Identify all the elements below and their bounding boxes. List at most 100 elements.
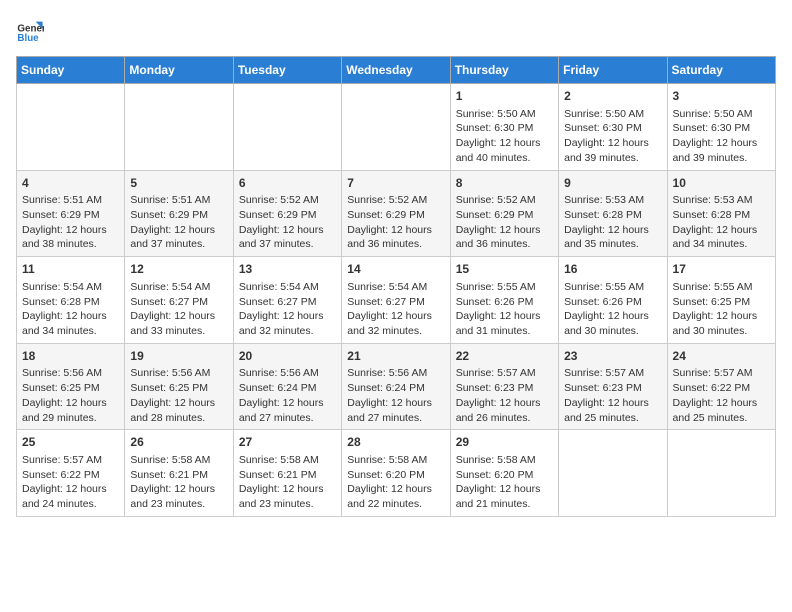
day-info: Sunrise: 5:58 AM: [456, 453, 553, 468]
day-info: Sunset: 6:20 PM: [456, 468, 553, 483]
day-number: 1: [456, 88, 553, 105]
day-number: 26: [130, 434, 227, 451]
weekday-header-thursday: Thursday: [450, 57, 558, 84]
day-info: Sunrise: 5:54 AM: [239, 280, 336, 295]
calendar-cell: 27Sunrise: 5:58 AMSunset: 6:21 PMDayligh…: [233, 430, 341, 517]
day-info: Sunrise: 5:56 AM: [239, 366, 336, 381]
calendar-week-2: 4Sunrise: 5:51 AMSunset: 6:29 PMDaylight…: [17, 170, 776, 257]
day-number: 19: [130, 348, 227, 365]
day-number: 2: [564, 88, 661, 105]
day-number: 24: [673, 348, 770, 365]
day-info: and 30 minutes.: [564, 324, 661, 339]
day-info: Sunrise: 5:55 AM: [456, 280, 553, 295]
day-info: Daylight: 12 hours: [564, 223, 661, 238]
calendar-cell: [667, 430, 775, 517]
calendar-week-1: 1 Sunrise: 5:50 AM Sunset: 6:30 PM Daylight…: [17, 84, 776, 171]
day-info: and 22 minutes.: [347, 497, 444, 512]
day-info: and 34 minutes.: [673, 237, 770, 252]
calendar-cell: 13Sunrise: 5:54 AMSunset: 6:27 PMDayligh…: [233, 257, 341, 344]
calendar-cell: 23Sunrise: 5:57 AMSunset: 6:23 PMDayligh…: [559, 343, 667, 430]
calendar-cell: 3Sunrise: 5:50 AMSunset: 6:30 PMDaylight…: [667, 84, 775, 171]
day-info: and 32 minutes.: [347, 324, 444, 339]
day-number: 17: [673, 261, 770, 278]
calendar-cell: 18Sunrise: 5:56 AMSunset: 6:25 PMDayligh…: [17, 343, 125, 430]
weekday-header-monday: Monday: [125, 57, 233, 84]
day-number: 3: [673, 88, 770, 105]
calendar-cell: [233, 84, 341, 171]
day-number: 7: [347, 175, 444, 192]
day-info: and 35 minutes.: [564, 237, 661, 252]
day-info: Sunset: 6:30 PM: [564, 121, 661, 136]
day-info: Sunset: 6:24 PM: [239, 381, 336, 396]
day-info: Sunrise: 5:50 AM: [456, 107, 553, 122]
day-info: Sunrise: 5:54 AM: [130, 280, 227, 295]
day-info: Daylight: 12 hours: [564, 396, 661, 411]
day-info: Daylight: 12 hours: [239, 396, 336, 411]
day-info: Sunset: 6:29 PM: [456, 208, 553, 223]
day-number: 4: [22, 175, 119, 192]
day-number: 21: [347, 348, 444, 365]
day-info: and 27 minutes.: [347, 411, 444, 426]
day-info: and 34 minutes.: [22, 324, 119, 339]
day-info: Daylight: 12 hours: [239, 309, 336, 324]
day-info: and 33 minutes.: [130, 324, 227, 339]
day-info: Daylight: 12 hours: [673, 223, 770, 238]
day-info: Sunrise: 5:55 AM: [673, 280, 770, 295]
weekday-row: SundayMondayTuesdayWednesdayThursdayFrid…: [17, 57, 776, 84]
day-info: and 24 minutes.: [22, 497, 119, 512]
day-info: and 36 minutes.: [456, 237, 553, 252]
day-info: Sunrise: 5:56 AM: [22, 366, 119, 381]
day-info: Sunrise: 5:53 AM: [673, 193, 770, 208]
day-number: 27: [239, 434, 336, 451]
calendar-cell: [342, 84, 450, 171]
day-info: Sunrise: 5:57 AM: [22, 453, 119, 468]
day-number: 29: [456, 434, 553, 451]
day-info: Daylight: 12 hours: [673, 396, 770, 411]
day-info: Sunset: 6:28 PM: [564, 208, 661, 223]
calendar-cell: 7Sunrise: 5:52 AMSunset: 6:29 PMDaylight…: [342, 170, 450, 257]
day-info: Daylight: 12 hours: [130, 482, 227, 497]
day-info: Daylight: 12 hours: [456, 136, 553, 151]
day-info: Daylight: 12 hours: [347, 309, 444, 324]
day-info: and 37 minutes.: [130, 237, 227, 252]
calendar-cell: 5Sunrise: 5:51 AMSunset: 6:29 PMDaylight…: [125, 170, 233, 257]
calendar-week-5: 25Sunrise: 5:57 AMSunset: 6:22 PMDayligh…: [17, 430, 776, 517]
day-info: and 25 minutes.: [673, 411, 770, 426]
logo-icon: General Blue: [16, 16, 44, 44]
calendar-cell: [125, 84, 233, 171]
day-info: and 39 minutes.: [673, 151, 770, 166]
day-info: Sunrise: 5:57 AM: [673, 366, 770, 381]
calendar-cell: 15Sunrise: 5:55 AMSunset: 6:26 PMDayligh…: [450, 257, 558, 344]
calendar-cell: 20Sunrise: 5:56 AMSunset: 6:24 PMDayligh…: [233, 343, 341, 430]
calendar-cell: 6Sunrise: 5:52 AMSunset: 6:29 PMDaylight…: [233, 170, 341, 257]
day-info: and 23 minutes.: [239, 497, 336, 512]
calendar-cell: 24Sunrise: 5:57 AMSunset: 6:22 PMDayligh…: [667, 343, 775, 430]
day-info: Sunrise: 5:52 AM: [239, 193, 336, 208]
day-info: Sunrise: 5:51 AM: [130, 193, 227, 208]
day-number: 8: [456, 175, 553, 192]
day-number: 11: [22, 261, 119, 278]
calendar-cell: 22Sunrise: 5:57 AMSunset: 6:23 PMDayligh…: [450, 343, 558, 430]
day-number: 13: [239, 261, 336, 278]
svg-text:Blue: Blue: [17, 33, 39, 44]
day-info: and 37 minutes.: [239, 237, 336, 252]
day-info: and 25 minutes.: [564, 411, 661, 426]
day-info: Daylight: 12 hours: [22, 482, 119, 497]
day-info: Daylight: 12 hours: [239, 482, 336, 497]
day-info: Daylight: 12 hours: [456, 223, 553, 238]
day-number: 25: [22, 434, 119, 451]
day-number: 20: [239, 348, 336, 365]
day-info: Sunset: 6:29 PM: [130, 208, 227, 223]
calendar-cell: 17Sunrise: 5:55 AMSunset: 6:25 PMDayligh…: [667, 257, 775, 344]
calendar-cell: 29Sunrise: 5:58 AMSunset: 6:20 PMDayligh…: [450, 430, 558, 517]
day-info: Daylight: 12 hours: [347, 396, 444, 411]
day-info: Sunset: 6:21 PM: [130, 468, 227, 483]
day-info: Sunrise: 5:58 AM: [130, 453, 227, 468]
day-info: Daylight: 12 hours: [673, 136, 770, 151]
calendar-cell: [559, 430, 667, 517]
day-number: 6: [239, 175, 336, 192]
calendar-cell: 25Sunrise: 5:57 AMSunset: 6:22 PMDayligh…: [17, 430, 125, 517]
day-info: Daylight: 12 hours: [564, 309, 661, 324]
day-info: Daylight: 12 hours: [347, 223, 444, 238]
day-info: Sunset: 6:27 PM: [130, 295, 227, 310]
